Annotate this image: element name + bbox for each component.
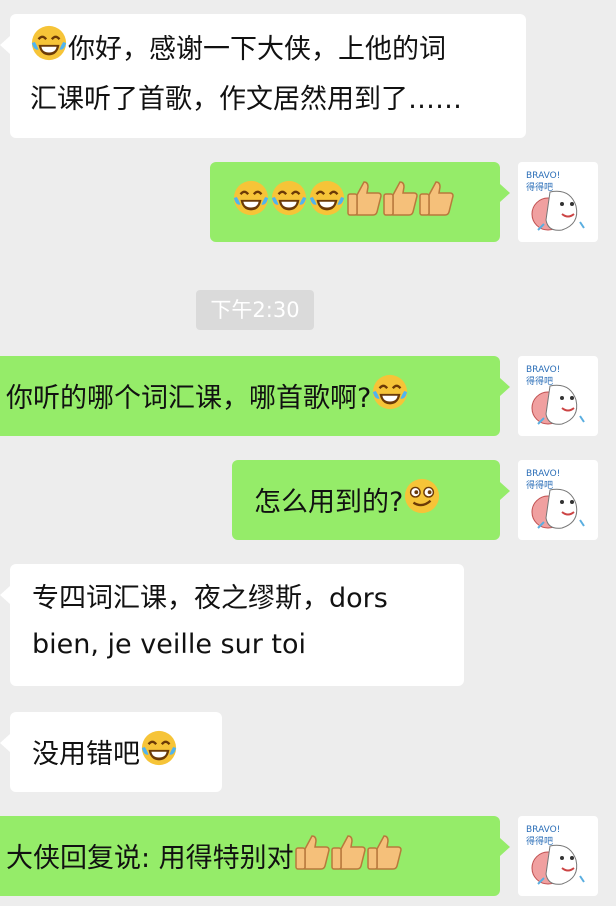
- thumbs-up-emoji-icon: [294, 833, 330, 886]
- message-text: 你听的哪个词汇课，哪首歌啊?: [6, 383, 372, 414]
- thumbs-up-emoji-icon: [418, 179, 454, 232]
- wink-face-emoji-icon: [403, 477, 441, 530]
- thumbs-up-emoji-icon: [382, 179, 418, 232]
- incoming-message-bubble[interactable]: 专四词汇课，夜之缪斯，dors bien, je veille sur toi: [0, 564, 464, 686]
- user-avatar[interactable]: BRAVO! 得得吧: [518, 816, 598, 896]
- laugh-tears-emoji-icon: [30, 24, 68, 77]
- message-text: 大侠回复说: 用得特别对: [6, 843, 294, 874]
- laugh-tears-emoji-icon: [308, 179, 346, 232]
- sticker-text-chinese: 得得吧: [526, 181, 553, 193]
- timestamp-label: 下午2:30: [196, 290, 314, 330]
- sticker-text-bravo: BRAVO!: [526, 469, 560, 479]
- message-text-line-2: 汇课听了首歌，作文居然用到了……: [30, 84, 462, 115]
- incoming-message-bubble[interactable]: 你好，感谢一下大侠，上他的词 汇课听了首歌，作文居然用到了……: [0, 14, 526, 138]
- thumbs-up-emoji-icon: [346, 179, 382, 232]
- message-text-line-1: 你好，感谢一下大侠，上他的词: [68, 34, 446, 65]
- laugh-tears-emoji-icon: [140, 729, 178, 782]
- outgoing-message-bubble[interactable]: 大侠回复说: 用得特别对: [0, 816, 510, 896]
- laugh-tears-emoji-icon: [371, 373, 409, 426]
- thumbs-up-emoji-icon: [366, 833, 402, 886]
- outgoing-message-bubble[interactable]: [210, 162, 510, 242]
- user-avatar[interactable]: BRAVO! 得得吧: [518, 162, 598, 242]
- sticker-text-bravo: BRAVO!: [526, 825, 560, 835]
- sticker-text-chinese: 得得吧: [526, 835, 553, 847]
- message-text: 怎么用到的?: [254, 487, 404, 518]
- sticker-text-chinese: 得得吧: [526, 375, 553, 387]
- outgoing-message-bubble[interactable]: 怎么用到的?: [232, 460, 510, 540]
- message-text-line-1: 专四词汇课，夜之缪斯，dors: [32, 583, 388, 614]
- sticker-text-bravo: BRAVO!: [526, 171, 560, 181]
- user-avatar[interactable]: BRAVO! 得得吧: [518, 460, 598, 540]
- outgoing-message-bubble[interactable]: 你听的哪个词汇课，哪首歌啊?: [0, 356, 510, 436]
- laugh-tears-emoji-icon: [232, 179, 270, 232]
- laugh-tears-emoji-icon: [270, 179, 308, 232]
- message-text-line-2: bien, je veille sur toi: [32, 629, 306, 660]
- incoming-message-bubble[interactable]: 没用错吧: [0, 712, 222, 792]
- thumbs-up-emoji-icon: [330, 833, 366, 886]
- message-text: 没用错吧: [32, 739, 140, 770]
- sticker-text-chinese: 得得吧: [526, 479, 553, 491]
- user-avatar[interactable]: BRAVO! 得得吧: [518, 356, 598, 436]
- sticker-text-bravo: BRAVO!: [526, 365, 560, 375]
